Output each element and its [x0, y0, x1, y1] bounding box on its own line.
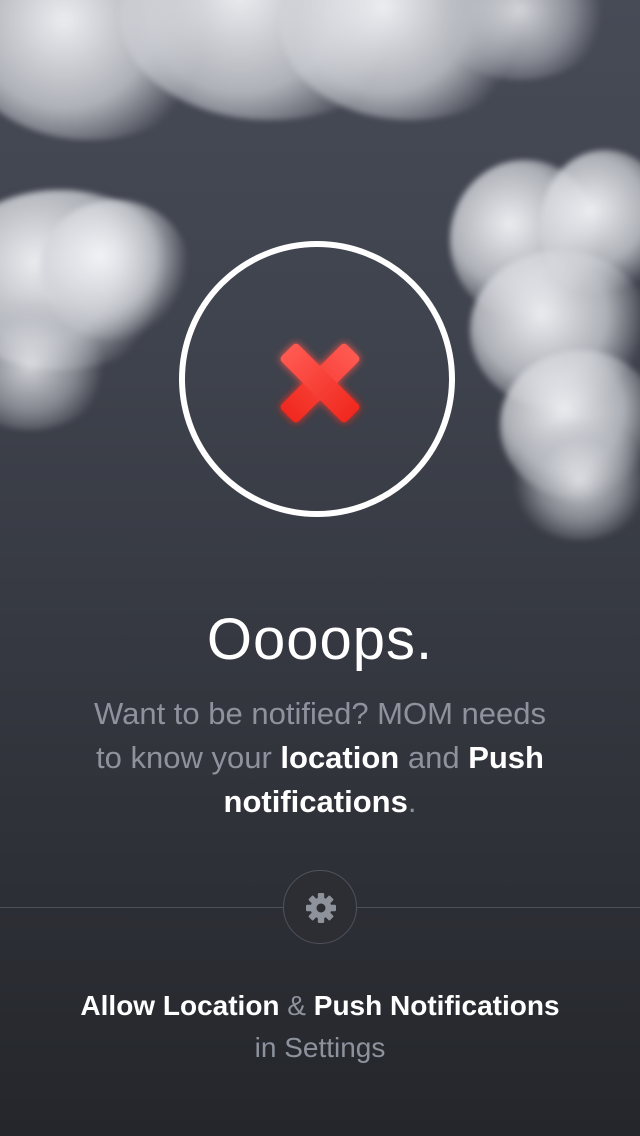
settings-instruction: Allow Location & Push Notifications in S…: [0, 985, 640, 1069]
notifications-emphasis: notifications: [223, 784, 408, 819]
message-text: to know your: [96, 740, 281, 775]
allow-location-text: Allow Location: [80, 990, 280, 1021]
divider-right: [357, 907, 640, 908]
message-text: and: [399, 740, 469, 775]
close-x-icon: [262, 325, 378, 441]
push-notifications-text: Push Notifications: [313, 990, 560, 1021]
permission-message: Want to be notified? MOM needs to know y…: [60, 692, 580, 824]
push-emphasis: Push: [468, 740, 544, 775]
page-title: Oooops.: [206, 607, 434, 672]
ampersand-text: &: [279, 990, 314, 1021]
message-line-1: Want to be notified? MOM needs: [93, 696, 547, 731]
divider-left: [0, 907, 283, 908]
in-settings-text: in Settings: [254, 1032, 386, 1063]
message-period: .: [407, 784, 417, 819]
gear-icon: [306, 893, 336, 923]
permission-error-screen: Oooops. Want to be notified? MOM needs t…: [0, 0, 640, 1136]
settings-button[interactable]: [283, 870, 357, 944]
location-emphasis: location: [280, 740, 400, 775]
